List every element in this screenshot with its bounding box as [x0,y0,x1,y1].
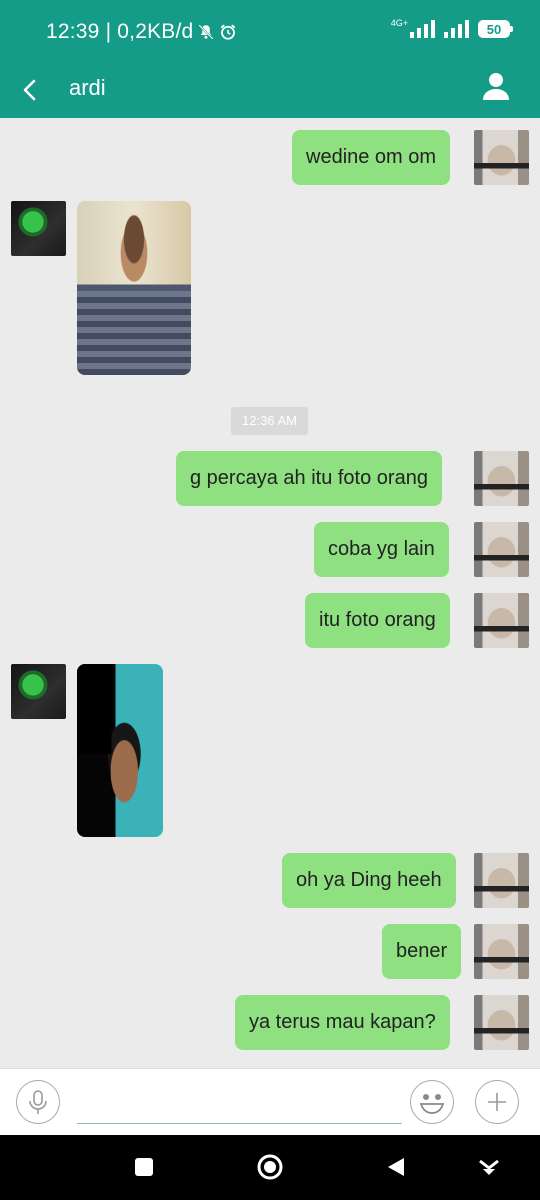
status-left: 12:39 | 0,2KB/d [46,20,237,44]
back-nav-button[interactable] [382,1153,410,1181]
sent-message-bubble[interactable]: oh ya Ding heeh [282,853,456,908]
signal-icon-2 [444,20,469,38]
network-type-label: 4G+ [390,17,408,28]
my-avatar[interactable] [474,995,529,1050]
battery-indicator: 50 [478,20,513,38]
triangle-back-icon [388,1158,404,1176]
home-circle-icon [257,1154,283,1180]
person-icon [483,73,509,100]
down-arrow-icon [479,1159,499,1175]
message-text: bener [396,940,448,962]
my-avatar[interactable] [474,130,529,185]
status-network-speed: 0,2KB/d [117,20,194,43]
status-bar: 12:39 | 0,2KB/d 4G+ 50 [0,0,540,62]
sent-message-bubble[interactable]: g percaya ah itu foto orang [176,451,442,506]
contact-avatar[interactable] [11,201,66,256]
message-list[interactable]: wedine om om 12:36 AM g percaya ah itu f… [0,118,540,1068]
message-text: g percaya ah itu foto orang [190,467,428,489]
plus-icon [488,1093,506,1111]
profile-button[interactable] [480,70,512,102]
sent-message-bubble[interactable]: wedine om om [292,130,451,185]
message-text: ya terus mau kapan? [249,1011,436,1033]
received-photo[interactable] [77,201,191,375]
alarm-icon [221,24,236,40]
received-photo[interactable] [77,664,163,837]
timestamp-chip: 12:36 AM [231,407,308,435]
recents-button[interactable] [130,1153,158,1181]
signal-icon [410,20,435,38]
my-avatar[interactable] [474,522,529,577]
contact-name: ardi [69,75,106,100]
sent-message-bubble[interactable]: itu foto orang [305,593,450,648]
contact-avatar[interactable] [11,664,66,719]
chat-header: ardi [0,62,540,118]
emoji-button[interactable] [410,1080,454,1124]
message-input[interactable] [77,1083,402,1124]
attach-button[interactable] [475,1080,519,1124]
my-avatar[interactable] [474,924,529,979]
square-icon [135,1158,153,1176]
sent-message-bubble[interactable]: ya terus mau kapan? [235,995,450,1050]
back-arrow-icon [23,79,36,101]
back-button[interactable] [14,74,46,106]
message-text: coba yg lain [328,538,435,560]
assistant-button[interactable] [475,1153,503,1181]
home-button[interactable] [256,1153,284,1181]
message-text: wedine om om [306,146,437,168]
sent-message-bubble[interactable]: bener [382,924,462,979]
smiley-icon [419,1094,445,1114]
status-time: 12:39 [46,20,100,43]
mute-icon [198,24,214,40]
message-text: itu foto orang [319,609,436,631]
my-avatar[interactable] [474,853,529,908]
my-avatar[interactable] [474,451,529,506]
status-right: 4G+ 50 [390,17,513,38]
my-avatar[interactable] [474,593,529,648]
message-text: oh ya Ding heeh [296,869,442,891]
composer-bar [0,1068,540,1136]
system-navigation-bar [0,1135,540,1200]
sent-message-bubble[interactable]: coba yg lain [314,522,449,577]
microphone-icon [29,1090,47,1114]
voice-button[interactable] [16,1080,60,1124]
